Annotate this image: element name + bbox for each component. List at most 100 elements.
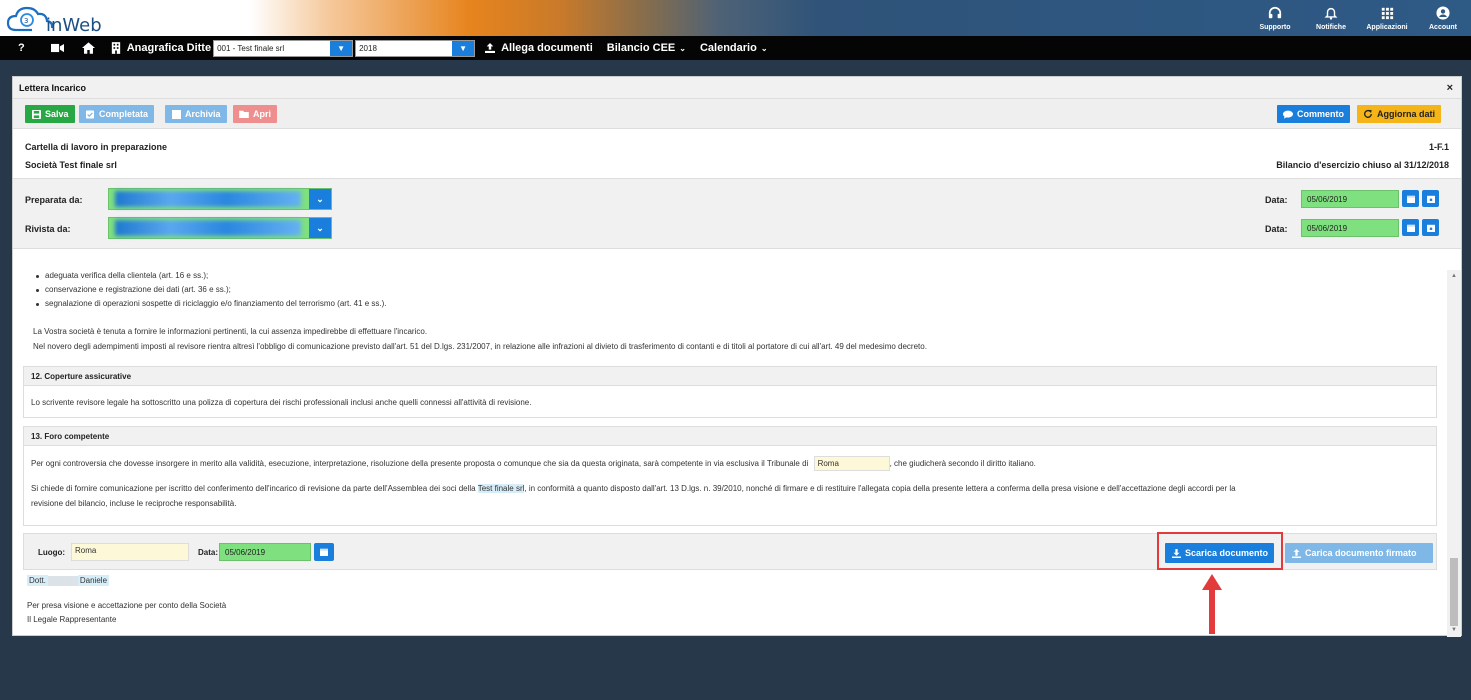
section-13-body: Per ogni controversia che dovesse insorg… [23,446,1437,526]
refresh-icon [1363,109,1373,119]
grid-icon [1379,5,1395,21]
section-12-body: Lo scrivente revisore legale ha sottoscr… [23,386,1437,418]
tribunale-input[interactable]: Roma [813,456,890,471]
data-rivista-value: 05/06/2019 [1307,223,1348,233]
bell-icon [1323,5,1339,21]
paragraph: Nel novero degli adempimenti imposti al … [33,342,927,351]
highlight-box [1157,532,1283,570]
section-12-title: 12. Coperture assicurative [31,371,132,381]
luogo-input[interactable]: Roma [71,543,189,561]
red-arrow-icon [1202,574,1222,634]
top-actions: Supporto Notifiche Applicazioni Account [1247,0,1471,36]
calendar-button[interactable] [314,543,334,561]
section-13-header: 13. Foro competente [23,426,1437,446]
preparata-select[interactable]: ⌄ [108,188,332,210]
section-13-text-b: , che giudicherà secondo il diritto ital… [889,459,1036,468]
calendar-today-button[interactable] [1422,190,1439,207]
content-scrollbar[interactable]: ▲ ▼ [1447,270,1461,637]
calendario-label: Calendario [699,42,757,54]
applicazioni-label: Applicazioni [1366,24,1408,31]
scroll-up-icon[interactable]: ▲ [1451,273,1457,279]
societa-name: Società Test finale srl [25,160,117,170]
aggiorna-dati-button[interactable]: Aggiorna dati [1357,105,1441,123]
allega-documenti-menu[interactable]: Allega documenti [485,36,593,60]
calendar-icon [320,548,328,556]
building-icon [111,42,120,54]
calendar-icon [1406,195,1415,203]
section-13-p2-c: revisione del bilancio, incluse le recip… [31,499,237,508]
calendar-today-button[interactable] [1422,219,1439,236]
commento-button[interactable]: Commento [1277,105,1350,123]
data-firma-input[interactable]: 05/06/2019 [219,543,311,561]
anagrafica-ditte-label: Anagrafica Ditte [126,42,212,54]
section-13-paragraph-1: Per ogni controversia che dovesse insorg… [31,456,1036,471]
bullet-dot [36,289,39,292]
completata-button[interactable]: Completata [79,105,155,123]
rivista-select[interactable]: ⌄ [108,217,332,239]
anagrafica-ditte-menu[interactable]: Anagrafica Ditte [111,36,211,60]
archivia-button[interactable]: Archivia [165,105,227,123]
company-select-value: 001 - Test finale srl [217,43,285,53]
signer-name: Daniele [77,575,110,587]
carica-documento-firmato-button[interactable]: Carica documento firmato [1285,543,1433,563]
section-12-header: 12. Coperture assicurative [23,366,1437,386]
year-select[interactable]: 2018 ▼ [355,39,476,57]
calendar-check-icon [1426,195,1435,203]
aggiorna-dati-label: Aggiorna dati [1377,109,1435,119]
scroll-thumb[interactable] [1450,558,1458,626]
close-icon[interactable]: × [1447,82,1453,94]
archivia-label: Archivia [185,109,221,119]
legale-rappresentante-text: Il Legale Rappresentante [27,615,117,624]
cartella-status: Cartella di lavoro in preparazione [25,142,168,152]
bullet-dot [36,303,39,306]
bilancio-cee-menu[interactable]: Bilancio CEE ⌄ [607,36,686,60]
notifiche-label: Notifiche [1316,24,1346,31]
bullet-item: conservazione e registrazione dei dati (… [45,285,231,294]
company-select[interactable]: 001 - Test finale srl ▼ [213,39,354,57]
signer-line: Dott. Daniele [27,575,110,587]
chevron-down-icon: ⌄ [760,43,768,53]
rivista-label: Rivista da: [25,224,71,234]
salva-label: Salva [45,109,69,119]
section-13-p2-b: , in conformità a quanto disposto dall'a… [524,484,1236,493]
apri-button[interactable]: Apri [233,105,277,123]
year-select-value: 2018 [359,43,377,53]
svg-text:3: 3 [24,17,28,25]
bilancio-info: Bilancio d'esercizio chiuso al 31/12/201… [1276,160,1449,170]
calendar-button[interactable] [1402,219,1419,236]
chevron-down-icon: ▼ [330,40,353,56]
video-icon[interactable] [50,36,64,60]
carica-documento-label: Carica documento firmato [1305,548,1417,558]
data-label: Data: [1265,195,1288,205]
calendar-icon [1406,224,1415,232]
completata-label: Completata [99,109,149,119]
calendario-menu[interactable]: Calendario ⌄ [700,36,768,60]
data-firma-value: 05/06/2019 [225,547,266,557]
commento-label: Commento [1297,109,1344,119]
help-button[interactable]: ? [18,36,25,60]
redacted-name [115,220,301,236]
applicazioni-button[interactable]: Applicazioni [1359,0,1415,36]
section-13-title: 13. Foro competente [31,431,110,441]
home-icon[interactable] [81,36,95,60]
scroll-down-icon[interactable]: ▼ [1451,627,1457,633]
app-logo[interactable]: 3 inWeb [6,4,116,36]
bullet-item: adeguata verifica della clientela (art. … [45,271,209,280]
modal-title: Lettera Incarico [19,82,87,93]
calendar-button[interactable] [1402,190,1419,207]
account-label: Account [1429,24,1457,31]
section-13-text-a: Per ogni controversia che dovesse insorg… [31,459,809,468]
supporto-button[interactable]: Supporto [1247,0,1303,36]
company-name-field[interactable]: Test finale srl [477,484,525,493]
archive-icon [171,109,181,119]
data-preparata-input[interactable]: 05/06/2019 [1301,190,1399,208]
save-icon [31,109,41,119]
apri-label: Apri [253,109,271,119]
salva-button[interactable]: Salva [25,105,75,123]
preparata-label: Preparata da: [25,195,83,205]
main-navbar: ? Anagrafica Ditte 001 - Test finale srl… [0,36,1471,60]
account-button[interactable]: Account [1415,0,1471,36]
luogo-label: Luogo: [38,548,66,557]
notifiche-button[interactable]: Notifiche [1303,0,1359,36]
data-rivista-input[interactable]: 05/06/2019 [1301,219,1399,237]
